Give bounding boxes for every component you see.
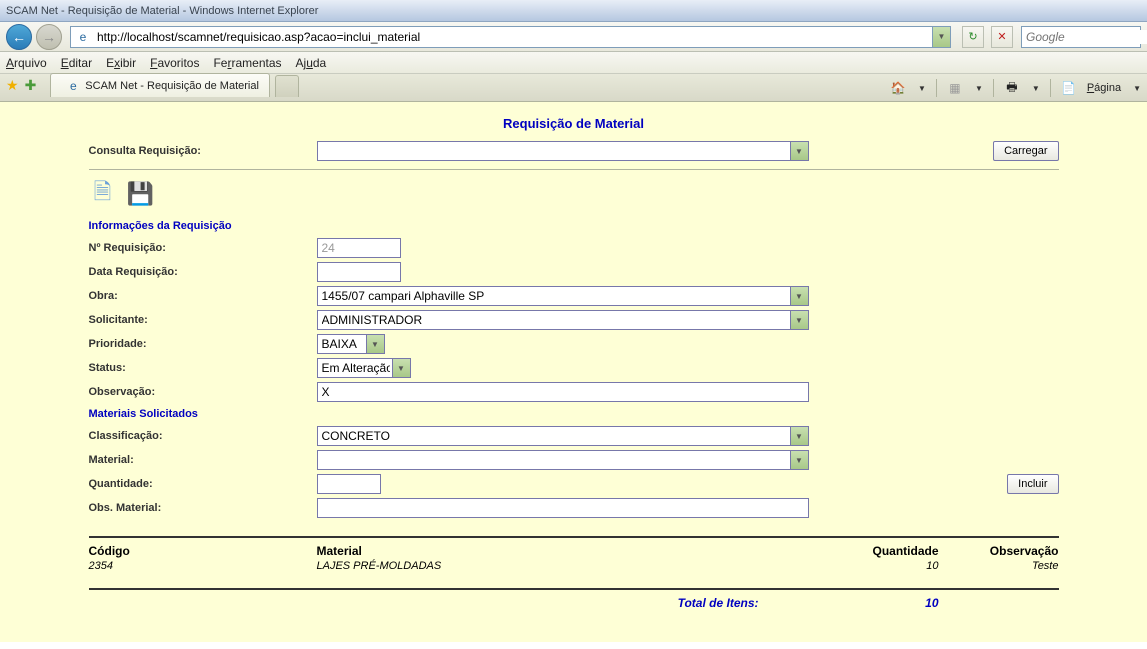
chevron-down-icon[interactable]: ▼ bbox=[392, 359, 410, 377]
observacao-input[interactable] bbox=[317, 382, 809, 402]
chevron-down-icon[interactable]: ▼ bbox=[790, 287, 808, 305]
refresh-button[interactable]: ↻ bbox=[962, 26, 984, 48]
page-content: Requisição de Material Consulta Requisiç… bbox=[0, 102, 1147, 642]
data-req-label: Data Requisição: bbox=[89, 266, 317, 278]
td-obs: Teste bbox=[939, 560, 1059, 572]
observacao-label: Observação: bbox=[89, 386, 317, 398]
favorites-star-icon[interactable]: ★ bbox=[6, 77, 19, 94]
total-label: Total de Itens: bbox=[317, 596, 819, 610]
class-label: Classificação: bbox=[89, 430, 317, 442]
url-dropdown[interactable]: ▼ bbox=[932, 27, 950, 47]
qtd-input[interactable] bbox=[317, 474, 381, 494]
ie-page-icon: e bbox=[65, 78, 81, 94]
th-obs: Observação bbox=[939, 544, 1059, 558]
td-codigo: 2354 bbox=[89, 560, 317, 572]
th-material: Material bbox=[317, 544, 819, 558]
ie-page-icon: e bbox=[75, 29, 91, 45]
solicitante-combo[interactable]: ▼ bbox=[317, 310, 809, 330]
stop-button[interactable]: ✕ bbox=[991, 26, 1013, 48]
home-dropdown[interactable]: ▼ bbox=[918, 84, 926, 93]
section-info-header: Informações da Requisição bbox=[89, 220, 1059, 232]
window-titlebar: SCAM Net - Requisição de Material - Wind… bbox=[0, 0, 1147, 22]
obsmat-input[interactable] bbox=[317, 498, 809, 518]
print-dropdown[interactable]: ▼ bbox=[1032, 84, 1040, 93]
separator bbox=[936, 79, 937, 97]
total-row: Total de Itens: 10 bbox=[89, 588, 1059, 610]
class-combo[interactable]: ▼ bbox=[317, 426, 809, 446]
obra-input[interactable] bbox=[318, 287, 808, 305]
menu-editar[interactable]: Editar bbox=[61, 56, 92, 70]
tab-bar: ★ ✚ e SCAM Net - Requisição de Material … bbox=[0, 74, 1147, 102]
home-icon[interactable]: 🏠 bbox=[890, 80, 906, 96]
search-box[interactable] bbox=[1021, 26, 1141, 48]
solicitante-input[interactable] bbox=[318, 311, 808, 329]
separator bbox=[1050, 79, 1051, 97]
total-value: 10 bbox=[819, 596, 939, 610]
back-button[interactable]: ← bbox=[6, 24, 32, 50]
chevron-down-icon[interactable]: ▼ bbox=[366, 335, 384, 353]
tab-title: SCAM Net - Requisição de Material bbox=[85, 80, 259, 92]
print-icon[interactable]: 🖶 bbox=[1004, 80, 1020, 96]
rss-dropdown[interactable]: ▼ bbox=[975, 84, 983, 93]
class-input[interactable] bbox=[318, 427, 808, 445]
section-mat-header: Materiais Solicitados bbox=[89, 408, 1059, 420]
menu-arquivo[interactable]: Arquivo bbox=[6, 56, 47, 70]
material-combo[interactable]: ▼ bbox=[317, 450, 809, 470]
window-title: SCAM Net - Requisição de Material - Wind… bbox=[6, 5, 318, 17]
menu-exibir[interactable]: Exibir bbox=[106, 56, 136, 70]
obsmat-label: Obs. Material: bbox=[89, 502, 317, 514]
th-codigo: Código bbox=[89, 544, 317, 558]
carregar-button[interactable]: Carregar bbox=[993, 141, 1058, 161]
menu-bar: Arquivo Editar Exibir Favoritos Ferramen… bbox=[0, 52, 1147, 74]
save-icon[interactable]: 💾 bbox=[127, 180, 155, 208]
page-icon[interactable]: 📄 bbox=[1061, 80, 1077, 96]
active-tab[interactable]: e SCAM Net - Requisição de Material bbox=[50, 73, 270, 97]
status-combo[interactable]: ▼ bbox=[317, 358, 411, 378]
status-label: Status: bbox=[89, 362, 317, 374]
consulta-combo[interactable]: ▼ bbox=[317, 141, 809, 161]
toolbar-icons: 🗎 💾 bbox=[89, 180, 1059, 208]
chevron-down-icon[interactable]: ▼ bbox=[790, 142, 808, 160]
chevron-down-icon[interactable]: ▼ bbox=[790, 451, 808, 469]
menu-ajuda[interactable]: Ajuda bbox=[296, 56, 327, 70]
url-input[interactable] bbox=[95, 27, 932, 47]
num-req-input bbox=[317, 238, 401, 258]
material-label: Material: bbox=[89, 454, 317, 466]
menu-ferramentas[interactable]: Ferramentas bbox=[213, 56, 281, 70]
table-row: 2354 LAJES PRÉ-MOLDADAS 10 Teste bbox=[89, 560, 1059, 572]
chevron-down-icon[interactable]: ▼ bbox=[790, 427, 808, 445]
pagina-label[interactable]: Página bbox=[1087, 82, 1121, 94]
chevron-down-icon[interactable]: ▼ bbox=[790, 311, 808, 329]
search-input[interactable] bbox=[1022, 30, 1147, 44]
table-header: Código Material Quantidade Observação bbox=[89, 536, 1059, 558]
new-tab-stub[interactable] bbox=[275, 75, 299, 97]
consulta-label: Consulta Requisição: bbox=[89, 145, 317, 157]
prioridade-label: Prioridade: bbox=[89, 338, 317, 350]
forward-button[interactable]: → bbox=[36, 24, 62, 50]
pagina-dropdown[interactable]: ▼ bbox=[1133, 84, 1141, 93]
incluir-button[interactable]: Incluir bbox=[1007, 474, 1058, 494]
consulta-input[interactable] bbox=[318, 142, 808, 160]
add-favorite-icon[interactable]: ✚ bbox=[25, 77, 37, 94]
obra-label: Obra: bbox=[89, 290, 317, 302]
navigation-bar: ← → e ▼ ↻ ✕ bbox=[0, 22, 1147, 52]
page-title: Requisição de Material bbox=[89, 116, 1059, 131]
data-req-input[interactable] bbox=[317, 262, 401, 282]
material-input[interactable] bbox=[318, 451, 808, 469]
obra-combo[interactable]: ▼ bbox=[317, 286, 809, 306]
menu-favoritos[interactable]: Favoritos bbox=[150, 56, 199, 70]
rss-icon[interactable]: ▦ bbox=[947, 80, 963, 96]
td-qtd: 10 bbox=[819, 560, 939, 572]
num-req-label: Nº Requisição: bbox=[89, 242, 317, 254]
divider bbox=[89, 169, 1059, 170]
th-qtd: Quantidade bbox=[819, 544, 939, 558]
address-bar[interactable]: e ▼ bbox=[70, 26, 951, 48]
new-doc-icon[interactable]: 🗎 bbox=[89, 180, 117, 208]
solicitante-label: Solicitante: bbox=[89, 314, 317, 326]
td-material: LAJES PRÉ-MOLDADAS bbox=[317, 560, 819, 572]
prioridade-combo[interactable]: ▼ bbox=[317, 334, 385, 354]
separator bbox=[993, 79, 994, 97]
qtd-label: Quantidade: bbox=[89, 478, 317, 490]
